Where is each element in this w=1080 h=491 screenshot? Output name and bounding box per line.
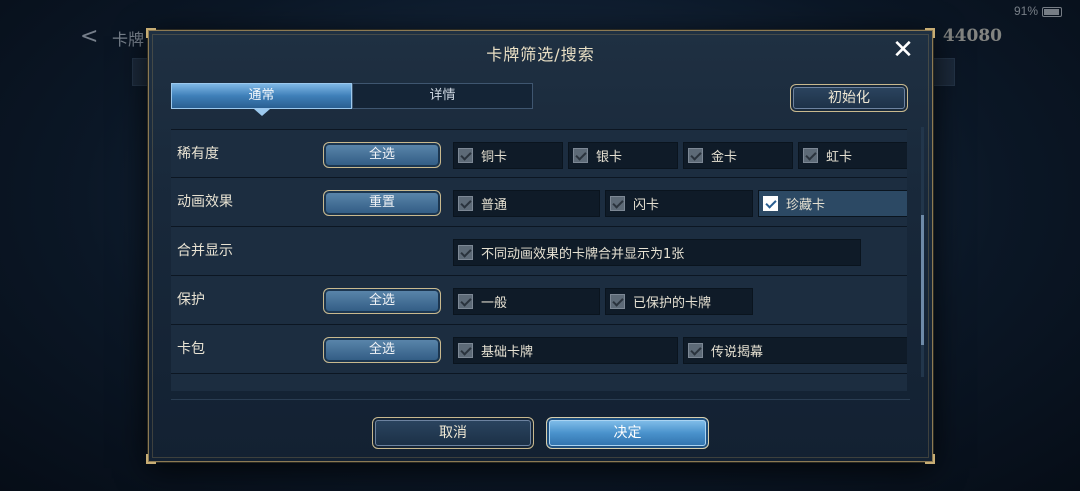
checkbox-icon [610, 294, 625, 309]
option-label: 金卡 [711, 150, 738, 165]
footer-divider [171, 399, 910, 400]
option-general[interactable]: 一般 [453, 288, 600, 315]
checkbox-icon [458, 343, 473, 358]
row-label: 卡包 [177, 341, 205, 357]
battery-icon [1042, 7, 1062, 17]
confirm-button[interactable]: 决定 [546, 417, 709, 449]
option-rainbow[interactable]: 虹卡 [798, 142, 907, 169]
option-normal[interactable]: 普通 [453, 190, 600, 217]
filter-row-pack: 卡包 全选 基础卡牌 传说揭幕 [171, 325, 907, 374]
option-bronze[interactable]: 铜卡 [453, 142, 563, 169]
tab-bar: 通常 详情 [171, 83, 533, 109]
option-label: 银卡 [596, 150, 623, 165]
frame-corner [146, 454, 156, 464]
option-label: 基础卡牌 [481, 345, 534, 360]
cancel-button[interactable]: 取消 [372, 417, 534, 449]
filter-row-partial [171, 374, 907, 391]
option-label: 传说揭幕 [711, 345, 764, 360]
frame-corner [146, 28, 156, 38]
reset-button[interactable]: 重置 [323, 190, 441, 216]
option-label: 铜卡 [481, 150, 508, 165]
active-tab-pointer-icon [254, 109, 270, 116]
option-label: 普通 [481, 198, 508, 213]
option-label: 不同动画效果的卡牌合并显示为1张 [481, 247, 685, 262]
checkbox-icon [458, 148, 473, 163]
filter-row-rarity: 稀有度 全选 铜卡 银卡 金卡 虹卡 [171, 129, 907, 178]
row-label: 合并显示 [177, 243, 233, 259]
checkbox-icon [803, 148, 818, 163]
checkbox-icon [763, 196, 778, 211]
checkbox-icon [573, 148, 588, 163]
row-label: 动画效果 [177, 194, 233, 210]
battery-percent: 91% [1013, 4, 1038, 18]
option-label: 一般 [481, 296, 508, 311]
option-label: 虹卡 [826, 150, 853, 165]
option-merge-effects[interactable]: 不同动画效果的卡牌合并显示为1张 [453, 239, 861, 266]
frame-corner [925, 454, 935, 464]
row-label: 保护 [177, 292, 205, 308]
background-title: 卡牌 [112, 30, 145, 49]
option-gold[interactable]: 金卡 [683, 142, 793, 169]
select-all-button[interactable]: 全选 [323, 288, 441, 314]
tab-details[interactable]: 详情 [352, 83, 533, 109]
checkbox-icon [458, 294, 473, 309]
option-basic-cards[interactable]: 基础卡牌 [453, 337, 678, 364]
option-legend-unveiled[interactable]: 传说揭幕 [683, 337, 907, 364]
option-premium[interactable]: 珍藏卡 [758, 190, 907, 217]
initialize-button[interactable]: 初始化 [790, 84, 908, 112]
scrollbar[interactable] [921, 127, 924, 377]
option-silver[interactable]: 银卡 [568, 142, 678, 169]
checkbox-icon [610, 196, 625, 211]
frame-corner [925, 28, 935, 38]
scrollbar-thumb[interactable] [921, 215, 924, 345]
checkbox-icon [688, 148, 703, 163]
checkbox-icon [458, 196, 473, 211]
dialog-title: 卡牌筛选/搜索 [486, 45, 595, 64]
checkbox-icon [458, 245, 473, 260]
filter-row-protection: 保护 全选 一般 已保护的卡牌 [171, 276, 907, 325]
close-icon[interactable]: ✕ [890, 37, 916, 63]
tab-general[interactable]: 通常 [171, 83, 352, 109]
option-label: 珍藏卡 [786, 198, 826, 213]
option-label: 已保护的卡牌 [633, 296, 712, 311]
row-label: 稀有度 [177, 146, 219, 162]
select-all-button[interactable]: 全选 [323, 337, 441, 363]
option-foil[interactable]: 闪卡 [605, 190, 753, 217]
option-label: 闪卡 [633, 198, 660, 213]
filter-row-animation: 动画效果 重置 普通 闪卡 珍藏卡 [171, 178, 907, 227]
filter-row-merge: 合并显示 不同动画效果的卡牌合并显示为1张 [171, 227, 907, 276]
coin-count: 44080 [942, 26, 1002, 46]
checkbox-icon [688, 343, 703, 358]
card-filter-dialog: 卡牌筛选/搜索 ✕ 通常 详情 初始化 稀有度 全选 铜卡 银卡 金卡 虹卡 动… [146, 28, 935, 464]
option-protected[interactable]: 已保护的卡牌 [605, 288, 753, 315]
filter-list[interactable]: 稀有度 全选 铜卡 银卡 金卡 虹卡 动画效果 重置 普通 闪卡 珍藏卡 合并显… [171, 129, 907, 391]
back-arrow-icon[interactable]: < [80, 24, 98, 49]
select-all-button[interactable]: 全选 [323, 142, 441, 168]
